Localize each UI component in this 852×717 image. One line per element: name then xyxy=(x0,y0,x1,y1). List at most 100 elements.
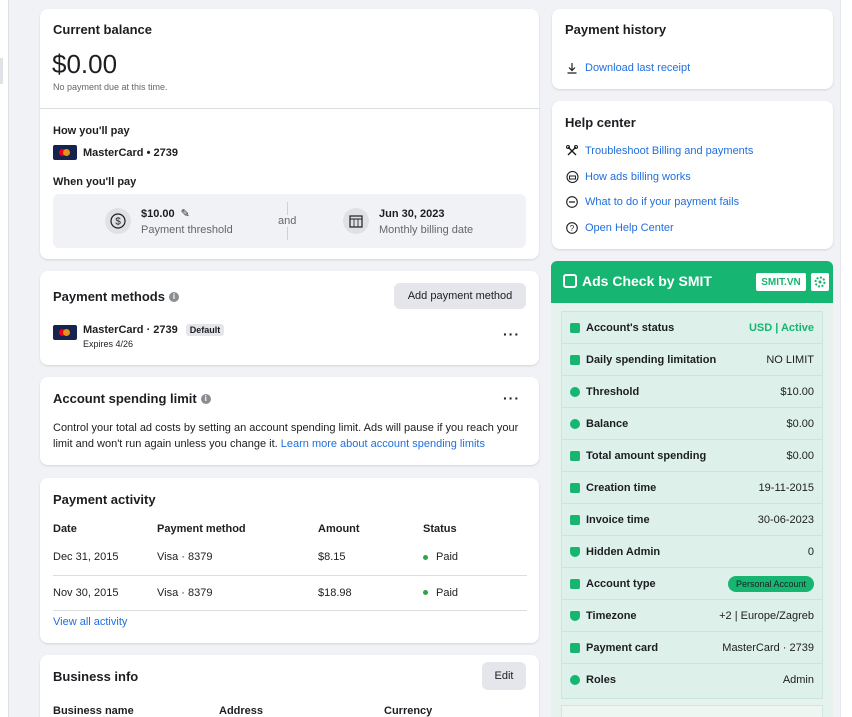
row-label: Timezone xyxy=(586,609,637,622)
info-icon[interactable]: i xyxy=(200,393,211,404)
payment-method-label: MasterCard · 2739 xyxy=(83,324,178,336)
spending-icon xyxy=(570,450,580,461)
payment-activity-card: Payment activity Date Payment method Amo… xyxy=(40,478,539,643)
table-header-row: Date Payment method Amount Status xyxy=(53,518,527,540)
column-header-method: Payment method xyxy=(157,523,246,535)
view-all-activity-link[interactable]: View all activity xyxy=(53,616,127,628)
row-label: Account's status xyxy=(586,321,675,334)
user-icon xyxy=(570,578,580,589)
column-header-amount: Amount xyxy=(318,523,360,535)
spending-limit-card: Account spending limit i ··· Control you… xyxy=(40,377,539,465)
table-row[interactable]: Dec 31, 2015 Visa · 8379 $8.15 Paid xyxy=(53,540,527,576)
row-label: Hidden Admin xyxy=(586,545,661,558)
how-you-pay-label: How you'll pay xyxy=(53,125,130,137)
help-link-payment-fails[interactable]: What to do if your payment fails xyxy=(565,195,739,209)
more-options-icon[interactable]: ··· xyxy=(503,390,520,406)
spending-limit-description: Control your total ad costs by setting a… xyxy=(53,420,529,452)
row-label: Creation time xyxy=(586,481,657,494)
calendar-icon xyxy=(343,208,369,234)
billing-date: Jun 30, 2023 xyxy=(379,208,445,220)
users-icon xyxy=(570,675,580,685)
row-value: $0.00 xyxy=(786,417,814,430)
learn-more-link[interactable]: Learn more about account spending limits xyxy=(281,438,485,450)
payment-activity-title: Payment activity xyxy=(53,492,156,507)
default-badge: Default xyxy=(185,324,225,336)
row-status: Paid xyxy=(423,540,527,576)
download-receipt-link[interactable]: Download last receipt xyxy=(565,61,690,75)
payment-methods-title: Payment methods xyxy=(53,289,165,304)
row-roles: Roles Admin xyxy=(562,664,822,696)
row-value: USD | Active xyxy=(748,321,814,334)
row-value: 30-06-2023 xyxy=(757,513,814,526)
calendar-icon xyxy=(570,482,580,493)
ads-check-panel: Ads Check by SMIT SMIT.VN Account's stat… xyxy=(551,261,833,717)
mastercard-icon xyxy=(53,145,77,160)
account-type-pill: Personal Account xyxy=(727,575,814,592)
row-date: Dec 31, 2015 xyxy=(53,540,157,576)
row-label: Payment card xyxy=(586,641,659,654)
left-sidebar-edge xyxy=(0,0,9,717)
help-link-open-center[interactable]: ? Open Help Center xyxy=(565,221,674,235)
status-dot-icon xyxy=(423,590,428,596)
row-total-spending: Total amount spending $0.00 xyxy=(562,440,822,472)
info-icon[interactable]: i xyxy=(168,291,179,302)
row-label: Balance xyxy=(586,417,629,430)
business-info-title: Business info xyxy=(53,669,139,684)
row-invoice-time: Invoice time 30-06-2023 xyxy=(562,504,822,536)
edit-button[interactable]: Edit xyxy=(482,662,526,690)
help-link-label: Troubleshoot Billing and payments xyxy=(585,145,754,157)
row-balance: Balance $0.00 xyxy=(562,408,822,440)
threshold-label: Payment threshold xyxy=(141,224,233,236)
pay-card: MasterCard • 2739 xyxy=(53,145,178,160)
payment-history-card: Payment history Download last receipt xyxy=(552,9,833,89)
help-center-card: Help center Troubleshoot Billing and pay… xyxy=(552,101,833,249)
invoice-icon xyxy=(570,514,580,525)
smit-badge[interactable]: SMIT.VN xyxy=(756,273,806,291)
balance-note: No payment due at this time. xyxy=(53,82,168,92)
gear-icon[interactable] xyxy=(811,273,829,291)
spending-limit-heading: Account spending limit i xyxy=(53,391,211,406)
column-header-status: Status xyxy=(423,523,457,535)
spending-limit-title: Account spending limit xyxy=(53,391,197,406)
help-link-label: How ads billing works xyxy=(585,171,691,183)
row-threshold: Threshold $10.00 xyxy=(562,376,822,408)
row-account-type: Account type Personal Account xyxy=(562,568,822,600)
dollar-icon: $ xyxy=(105,208,131,234)
download-icon xyxy=(565,61,579,75)
help-link-label: What to do if your payment fails xyxy=(585,196,740,208)
download-receipt-label: Download last receipt xyxy=(585,62,691,74)
and-label: and xyxy=(278,215,297,227)
chart-icon xyxy=(570,322,580,333)
row-method: Visa · 8379 xyxy=(157,575,318,611)
question-circle-icon: ? xyxy=(565,221,579,235)
help-link-label: Open Help Center xyxy=(585,222,674,234)
row-value: $10.00 xyxy=(780,385,814,398)
billing-date-label: Monthly billing date xyxy=(379,224,474,236)
row-label: Total amount spending xyxy=(586,449,707,462)
help-link-troubleshoot[interactable]: Troubleshoot Billing and payments xyxy=(565,144,753,158)
svg-text:?: ? xyxy=(570,224,575,233)
status-text: Paid xyxy=(436,586,459,599)
more-options-icon[interactable]: ··· xyxy=(503,326,520,342)
gauge-icon xyxy=(570,386,580,397)
ads-check-header: Ads Check by SMIT SMIT.VN xyxy=(551,261,833,303)
ads-check-logo-icon xyxy=(563,274,577,288)
add-payment-method-button[interactable]: Add payment method xyxy=(394,283,526,309)
row-account-status: Account's status USD | Active xyxy=(562,312,822,344)
row-label: Account type xyxy=(586,577,656,590)
globe-icon xyxy=(570,610,580,621)
payment-methods-heading: Payment methods i xyxy=(53,289,179,304)
table-row[interactable]: Nov 30, 2015 Visa · 8379 $18.98 Paid xyxy=(53,575,527,611)
coin-icon xyxy=(570,418,580,429)
minus-circle-icon xyxy=(565,195,579,209)
sidebar-active-marker xyxy=(0,58,3,84)
help-link-billing[interactable]: How ads billing works xyxy=(565,170,691,184)
ads-check-title: Ads Check by SMIT xyxy=(582,273,712,289)
column-header-business-name: Business name xyxy=(53,705,134,717)
edit-pencil-icon[interactable]: ✎ xyxy=(181,207,190,220)
column-header-address: Address xyxy=(219,705,264,717)
pay-schedule-box: $ $10.00 ✎ Payment threshold and Jun 30,… xyxy=(53,194,526,248)
row-value: 0 xyxy=(807,545,814,558)
when-you-pay-label: When you'll pay xyxy=(53,176,137,188)
threshold-amount: $10.00 xyxy=(141,207,175,220)
